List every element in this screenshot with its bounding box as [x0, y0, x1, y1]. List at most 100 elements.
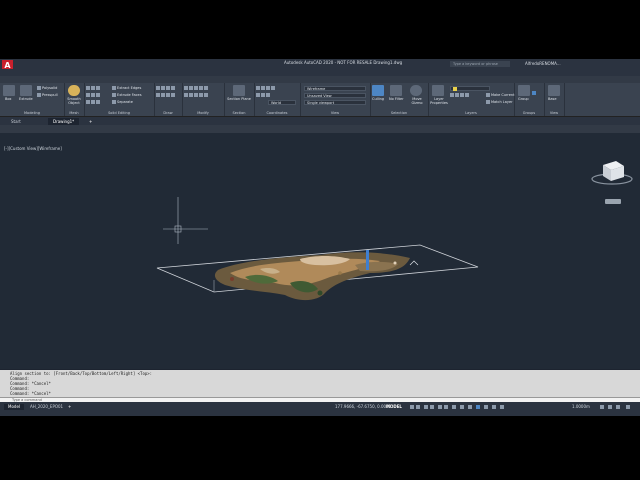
annotation-scale[interactable]: 1.0000m — [572, 404, 590, 409]
selection-cycling-icon[interactable] — [468, 405, 472, 409]
lineweight-icon[interactable] — [452, 405, 456, 409]
layer-properties-icon[interactable] — [432, 85, 444, 96]
group-icon[interactable] — [518, 85, 530, 96]
tab-start[interactable]: Start — [6, 118, 26, 125]
workspace-gear-icon[interactable] — [600, 405, 604, 409]
drawing-viewport[interactable] — [0, 133, 640, 369]
ellipse-icon[interactable] — [171, 93, 175, 97]
move-icon[interactable] — [184, 86, 188, 90]
user-account[interactable]: AlfredoRENOMA... — [525, 61, 561, 66]
interfere-icon[interactable] — [96, 86, 100, 90]
copy-icon[interactable] — [184, 93, 188, 97]
extrude-icon[interactable] — [20, 85, 32, 96]
presspull-button[interactable]: Presspull — [37, 93, 58, 97]
layer-dropdown[interactable] — [450, 86, 490, 91]
intersect-icon[interactable] — [86, 100, 90, 104]
viewport-canvas[interactable] — [0, 133, 640, 369]
model-space-toggle[interactable]: MODEL — [386, 404, 402, 409]
stretch-icon[interactable] — [189, 93, 193, 97]
tab-model[interactable]: Model — [4, 404, 25, 410]
rectangle-icon[interactable] — [156, 93, 160, 97]
coordinates-title[interactable]: Coordinates — [254, 111, 300, 115]
subtract-icon[interactable] — [86, 93, 90, 97]
layers-title[interactable]: Layers — [428, 111, 514, 115]
ucs-origin-icon[interactable] — [261, 86, 265, 90]
shell-icon[interactable] — [91, 100, 95, 104]
layer-isolate-icon[interactable] — [455, 93, 459, 97]
array-icon[interactable] — [204, 86, 208, 90]
otrack-icon[interactable] — [444, 405, 448, 409]
ucs-x-icon[interactable] — [266, 86, 270, 90]
line-icon[interactable] — [156, 86, 160, 90]
ortho-icon[interactable] — [424, 405, 428, 409]
dynamic-ucs-icon[interactable] — [484, 405, 488, 409]
draw-title[interactable]: Draw — [154, 111, 182, 115]
polyline-icon[interactable] — [161, 86, 165, 90]
new-tab-plus-icon[interactable]: + — [84, 118, 97, 125]
named-view-dropdown[interactable]: Unsaved View — [304, 93, 366, 98]
view2-title[interactable]: View — [544, 111, 564, 115]
trim-icon[interactable] — [194, 86, 198, 90]
grid-icon[interactable] — [410, 405, 414, 409]
hatch-icon[interactable] — [161, 93, 165, 97]
fillet-icon[interactable] — [199, 93, 203, 97]
polar-icon[interactable] — [430, 405, 434, 409]
layer-off-icon[interactable] — [450, 93, 454, 97]
isolate-objects-icon[interactable] — [608, 405, 612, 409]
imprint-icon[interactable] — [96, 93, 100, 97]
wcs-menu-button[interactable] — [605, 199, 621, 204]
box-icon[interactable] — [3, 85, 15, 96]
solid-editing-title[interactable]: Solid Editing — [84, 111, 154, 115]
make-current-button[interactable]: Make Current — [486, 93, 514, 97]
mirror-icon[interactable] — [199, 86, 203, 90]
section-plane-icon[interactable] — [233, 85, 245, 96]
culling-icon[interactable] — [372, 85, 384, 96]
separate-button[interactable]: Separate — [112, 100, 133, 104]
3d-osnap-icon[interactable] — [476, 405, 480, 409]
layer-lock-icon[interactable] — [465, 93, 469, 97]
visual-style-dropdown[interactable]: Wireframe — [304, 86, 366, 91]
search-input[interactable]: Type a keyword or phrase — [450, 61, 510, 67]
ucs-world-dropdown[interactable]: World — [268, 100, 296, 105]
snap-icon[interactable] — [416, 405, 420, 409]
section-title[interactable]: Section — [224, 111, 254, 115]
ucs-3point-icon[interactable] — [256, 93, 260, 97]
extract-edges-button[interactable]: Extract Edges — [112, 86, 141, 90]
view-cube[interactable] — [591, 161, 633, 204]
polygon-icon[interactable] — [166, 93, 170, 97]
smooth-object-icon[interactable] — [68, 85, 80, 96]
polysolid-button[interactable]: Polysolid — [37, 86, 57, 90]
osnap-icon[interactable] — [438, 405, 442, 409]
transparency-icon[interactable] — [460, 405, 464, 409]
arc-icon[interactable] — [171, 86, 175, 90]
grip-arrow-icon[interactable] — [409, 260, 419, 266]
circle-icon[interactable] — [166, 86, 170, 90]
mesh-title[interactable]: Mesh — [64, 111, 84, 115]
section-plane-grip[interactable] — [366, 250, 369, 270]
gizmo-icon[interactable] — [492, 405, 496, 409]
viewport-controls-label[interactable]: [-][Custom View][Wireframe] — [4, 146, 62, 151]
ucs-face-icon[interactable] — [266, 93, 270, 97]
ucs-named-icon[interactable] — [261, 93, 265, 97]
extrude-faces-button[interactable]: Extrude Faces — [112, 93, 142, 97]
new-layout-plus-icon[interactable]: + — [64, 404, 75, 410]
base-view-icon[interactable] — [548, 85, 560, 96]
erase-icon[interactable] — [204, 93, 208, 97]
viewport-dropdown[interactable]: Single viewport — [304, 100, 366, 105]
modeling-title[interactable]: Modeling — [0, 111, 64, 115]
thicken-icon[interactable] — [91, 93, 95, 97]
group-edit-icon[interactable] — [532, 91, 536, 95]
rotate-icon[interactable] — [189, 86, 193, 90]
customize-menu-icon[interactable] — [626, 405, 630, 409]
annotation-icon[interactable] — [500, 405, 504, 409]
union-icon[interactable] — [86, 86, 90, 90]
groups-title[interactable]: Groups — [514, 111, 544, 115]
tab-layout[interactable]: AH_2020_EPO01 — [26, 404, 67, 410]
ucs-icon[interactable] — [256, 86, 260, 90]
scale-icon[interactable] — [194, 93, 198, 97]
layer-freeze-icon[interactable] — [460, 93, 464, 97]
tab-drawing1[interactable]: Drawing1* — [48, 118, 80, 125]
slice-icon[interactable] — [91, 86, 95, 90]
modify-title[interactable]: Modify — [182, 111, 224, 115]
move-gizmo-icon[interactable] — [410, 85, 422, 96]
